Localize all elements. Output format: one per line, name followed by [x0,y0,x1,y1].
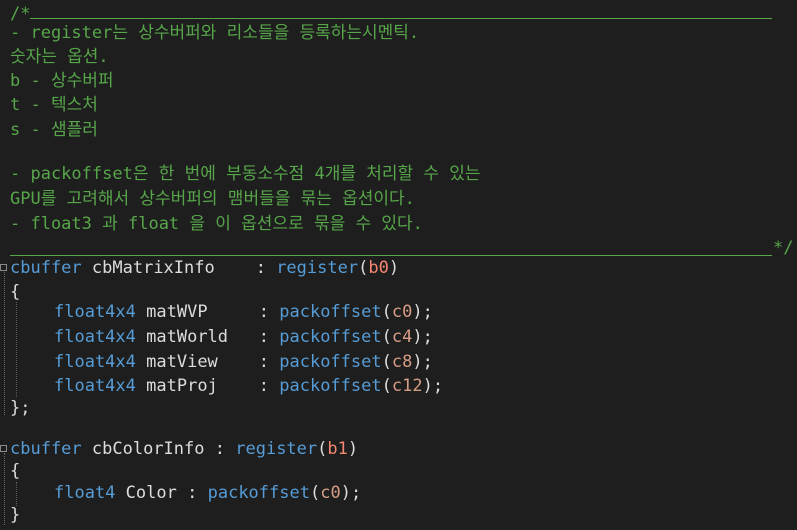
cbuffer2-register-slot: b1 [327,439,348,459]
fold-toggle-cbuffer2[interactable] [0,445,7,452]
comment-line-1: - register는 상수버퍼와 리소들을 등록하는시멘틱. [10,23,420,43]
cbuffer1-member-1: float4x4 matWorld : packoffset(c4); [54,327,433,347]
indent-guide-cbuffer1 [16,302,18,397]
cbuffer2-colon: : [214,439,225,459]
cbuffer1-colon: : [255,258,266,278]
fold-rail-cbuffer2 [4,453,6,525]
comment-line-2: 숫자는 옵션. [10,47,109,67]
comment-line-5: s - 샘플러 [10,120,98,140]
fold-toggle-cbuffer1[interactable] [0,264,7,271]
fold-rail-cbuffer1 [4,272,6,415]
cbuffer1-declaration: cbuffer cbMatrixInfo : register(b0) [10,258,400,278]
cbuffer2-open-brace: { [10,461,21,481]
cbuffer1-member-3: float4x4 matProj : packoffset(c12); [54,376,444,396]
cbuffer1-member-2: float4x4 matView : packoffset(c8); [54,352,433,372]
cbuffer2-register: register [235,439,318,459]
comment-line-3: b - 상수버퍼 [10,71,114,91]
cbuffer2-name: cbColorInfo [91,439,205,459]
cbuffer1-member-0: float4x4 matWVP : packoffset(c0); [54,302,433,322]
cbuffer2-keyword: cbuffer [10,439,82,459]
comment-line-9: - float3 과 float 을 이 옵션으로 묶을 수 있다. [10,214,423,234]
cbuffer2-member-0: float4 Color : packoffset(c0); [54,483,362,503]
cbuffer1-name: cbMatrixInfo [91,258,215,278]
comment-close: */ [773,238,794,258]
code-editor[interactable]: /* - register는 상수버퍼와 리소들을 등록하는시멘틱. 숫자는 옵… [0,0,797,530]
comment-line-8: GPU를 고려해서 상수버퍼의 맴버들을 묶는 옵션이다. [10,189,415,209]
cbuffer1-close-brace: }; [10,398,31,418]
cbuffer1-open-brace: { [10,282,21,302]
cbuffer1-register-slot: b0 [368,258,389,278]
cbuffer2-close-brace: } [10,505,21,525]
comment-top-rule [30,18,772,19]
comment-line-4: t - 텍스처 [10,95,98,115]
cbuffer1-register: register [276,258,359,278]
comment-line-7: - packoffset은 한 번에 부동소수점 4개를 처리할 수 있는 [10,164,481,184]
cbuffer2-declaration: cbuffer cbColorInfo : register(b1) [10,439,359,459]
cbuffer1-keyword: cbuffer [10,258,82,278]
